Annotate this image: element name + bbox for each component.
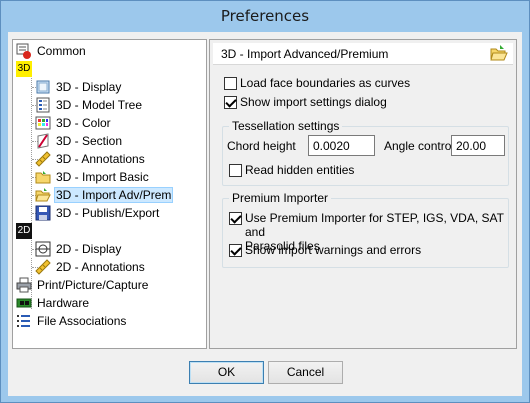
ok-button[interactable]: OK: [189, 361, 264, 384]
folder-icon: [35, 169, 51, 185]
settings-panel: 3D - Import Advanced/Premium Load face b…: [209, 39, 517, 349]
preferences-window: Preferences Common 3D 3D - Display 3D - …: [0, 0, 530, 403]
checkbox-box: [229, 244, 242, 257]
printer-icon: [16, 277, 32, 293]
tree-item-2d-annotations[interactable]: 2D - Annotations: [35, 258, 147, 276]
common-settings-icon: [16, 43, 32, 59]
tree-item-3d-publish-export[interactable]: 3D - Publish/Export: [35, 204, 161, 222]
tree-item-3d-import-adv-prem[interactable]: 3D - Import Adv/Prem: [35, 186, 174, 204]
3d-badge-icon: 3D: [16, 61, 32, 77]
read-hidden-entities-checkbox[interactable]: Read hidden entities: [229, 163, 354, 177]
tree-item-3d-section[interactable]: 3D - Section: [35, 132, 124, 150]
group-title: Tessellation settings: [229, 119, 343, 133]
display-icon: [35, 79, 51, 95]
show-import-warnings-checkbox[interactable]: Show import warnings and errors: [229, 243, 421, 257]
chord-height-label: Chord height: [227, 139, 296, 153]
angle-control-input[interactable]: 20.00: [451, 135, 505, 156]
tree-item-print-picture-capture[interactable]: Print/Picture/Capture: [16, 276, 150, 294]
chord-height-input[interactable]: 0.0020: [308, 135, 375, 156]
save-disk-icon: [35, 205, 51, 221]
tree-item-hardware[interactable]: Hardware: [16, 294, 91, 312]
checkbox-box: [229, 164, 242, 177]
angle-control-label: Angle control: [384, 139, 455, 153]
tree-item-2d[interactable]: 2D: [16, 222, 35, 240]
dialog-client-area: Common 3D 3D - Display 3D - Model Tree 3…: [8, 32, 522, 396]
load-face-boundaries-checkbox[interactable]: Load face boundaries as curves: [224, 76, 410, 90]
window-title: Preferences: [220, 7, 310, 25]
folder-open-icon: [490, 45, 508, 61]
premium-importer-group: Premium Importer Use Premium Importer fo…: [222, 191, 509, 268]
title-bar[interactable]: Preferences: [1, 1, 529, 32]
tree-item-2d-display[interactable]: 2D - Display: [35, 240, 123, 258]
checkbox-box: [224, 96, 237, 109]
tree-item-3d-display[interactable]: 3D - Display: [35, 78, 123, 96]
tree-item-3d-annotations[interactable]: 3D - Annotations: [35, 150, 147, 168]
section-icon: [35, 133, 51, 149]
2d-badge-icon: 2D: [16, 223, 32, 239]
tree-item-3d-model-tree[interactable]: 3D - Model Tree: [35, 96, 144, 114]
group-title: Premium Importer: [229, 191, 332, 205]
tree-item-3d-import-basic[interactable]: 3D - Import Basic: [35, 168, 151, 186]
checkbox-box: [224, 77, 237, 90]
show-import-settings-checkbox[interactable]: Show import settings dialog: [224, 95, 387, 109]
tree-item-3d[interactable]: 3D: [16, 60, 35, 78]
checkbox-box: [229, 212, 242, 225]
model-tree-icon: [35, 97, 51, 113]
tree-item-common[interactable]: Common: [16, 42, 88, 60]
tessellation-settings-group: Tessellation settings Chord height 0.002…: [222, 119, 509, 186]
display-icon: [35, 241, 51, 257]
preferences-tree[interactable]: Common 3D 3D - Display 3D - Model Tree 3…: [12, 39, 207, 349]
panel-title: 3D - Import Advanced/Premium: [221, 47, 389, 61]
ruler-icon: [35, 151, 51, 167]
file-associations-icon: [16, 313, 32, 329]
panel-header: 3D - Import Advanced/Premium: [213, 43, 513, 65]
hardware-chip-icon: [16, 295, 32, 311]
ruler-icon: [35, 259, 51, 275]
color-palette-icon: [35, 115, 51, 131]
cancel-button[interactable]: Cancel: [268, 361, 343, 384]
folder-open-icon: [35, 187, 51, 203]
tree-item-file-associations[interactable]: File Associations: [16, 312, 128, 330]
tree-item-3d-color[interactable]: 3D - Color: [35, 114, 113, 132]
